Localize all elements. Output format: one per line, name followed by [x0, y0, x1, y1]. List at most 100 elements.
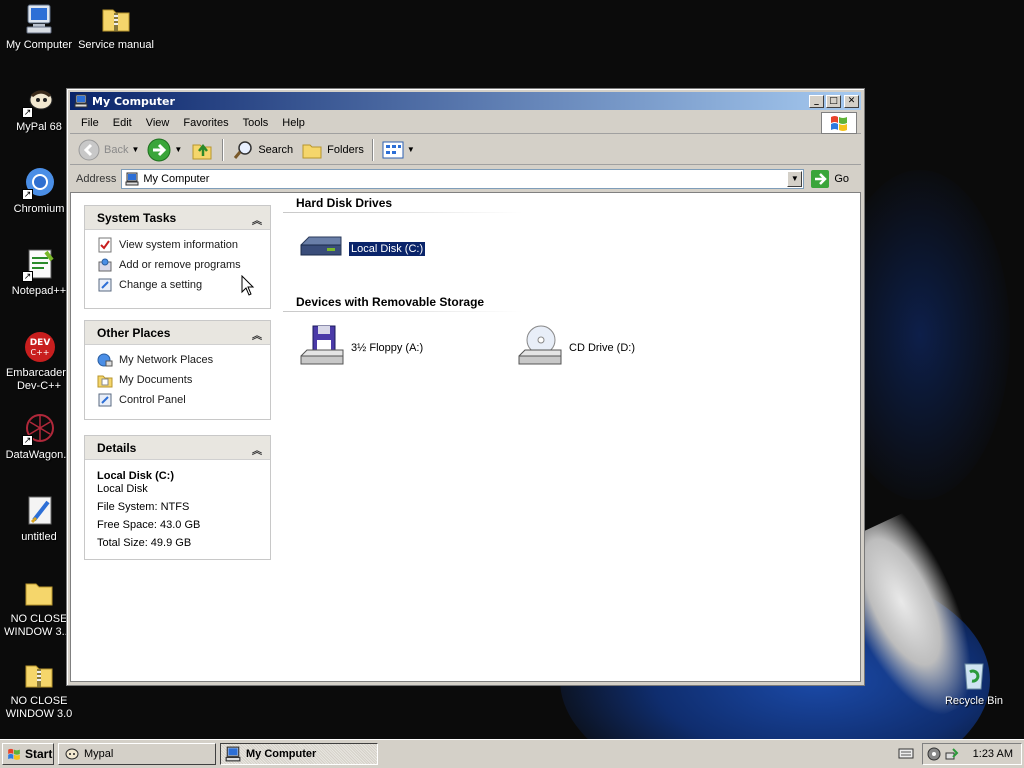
start-button[interactable]: Start: [2, 743, 54, 765]
toolbar-separator: [222, 138, 225, 161]
other-places-header[interactable]: Other Places ︽: [85, 321, 270, 345]
system-tray: 1:23 AM: [922, 743, 1022, 765]
menu-view[interactable]: View: [139, 117, 177, 129]
toolbar: Back ▼ ▼ Search Folders ▼: [70, 135, 861, 165]
forward-button[interactable]: ▼: [143, 137, 186, 163]
system-tasks-title: System Tasks: [97, 210, 177, 225]
maximize-button[interactable]: □: [826, 94, 841, 108]
menu-favorites[interactable]: Favorites: [176, 117, 235, 129]
back-label: Back: [104, 143, 129, 156]
collapse-chevron-icon[interactable]: ︽: [252, 212, 262, 227]
go-button[interactable]: Go: [810, 169, 849, 189]
address-input[interactable]: My Computer ▼: [121, 169, 805, 189]
menu-tools[interactable]: Tools: [236, 117, 276, 129]
desktop-icon-recycle-bin[interactable]: Recycle Bin: [934, 658, 1014, 708]
system-tasks-header[interactable]: System Tasks ︽: [85, 206, 270, 230]
forward-dropdown-icon[interactable]: ▼: [174, 145, 182, 154]
menu-file[interactable]: File: [74, 117, 106, 129]
folders-button[interactable]: Folders: [297, 137, 368, 163]
view-system-information-link[interactable]: View system information: [85, 235, 270, 255]
back-arrow-icon: [78, 139, 100, 160]
details-item-name: Local Disk (C:): [97, 470, 175, 482]
go-arrow-icon: [811, 170, 830, 188]
taskbar-button-my-computer[interactable]: My Computer: [220, 743, 378, 765]
svg-text:C++: C++: [31, 348, 50, 357]
windows-logo-icon: [8, 748, 20, 760]
devcpp-icon: DEV C++: [22, 330, 56, 364]
other-places-panel: Other Places ︽ My Network Places My Docu…: [84, 320, 271, 420]
views-dropdown-icon: ▼: [406, 145, 415, 154]
address-label: Address: [76, 173, 117, 185]
folders-icon: [302, 144, 322, 158]
taskbar-button-label: Mypal: [84, 748, 114, 760]
views-button[interactable]: ▼: [378, 137, 419, 163]
other-places-title: Other Places: [97, 325, 171, 340]
antivirus-tray-icon[interactable]: [927, 747, 941, 761]
my-documents-label: My Documents: [119, 374, 193, 386]
chromium-icon: ↗: [22, 166, 56, 200]
details-total-size: Total Size: 49.9 GB: [97, 537, 192, 549]
my-computer-icon: [125, 172, 139, 186]
up-folder-icon: [192, 143, 212, 159]
zip-folder-icon: [22, 658, 56, 692]
clock[interactable]: 1:23 AM: [973, 748, 1013, 760]
content-area: System Tasks ︽ View system information A…: [70, 192, 861, 682]
my-computer-window: My Computer _ □ ✕ File Edit View Favorit…: [66, 88, 865, 686]
my-network-places-label: My Network Places: [119, 354, 214, 366]
my-documents-link[interactable]: My Documents: [85, 370, 270, 390]
taskbar-button-label: My Computer: [246, 748, 317, 760]
view-system-information-label: View system information: [119, 239, 239, 251]
my-network-places-link[interactable]: My Network Places: [85, 350, 270, 370]
back-button[interactable]: Back ▼: [74, 137, 143, 163]
control-panel-link[interactable]: Control Panel: [85, 390, 270, 410]
group-divider: [283, 212, 523, 213]
title-bar[interactable]: My Computer _ □ ✕: [70, 92, 861, 110]
details-title: Details: [97, 440, 137, 455]
address-value: My Computer: [143, 173, 210, 185]
address-dropdown-button[interactable]: ▼: [787, 171, 803, 187]
forward-arrow-icon: [147, 138, 171, 161]
details-item-type: Local Disk: [97, 483, 148, 495]
desktop-icon-label: My Computer: [5, 39, 73, 51]
hard-disk-drives-heading: Hard Disk Drives: [296, 196, 393, 210]
menu-help[interactable]: Help: [275, 117, 312, 129]
collapse-chevron-icon[interactable]: ︽: [252, 327, 262, 342]
drive-floppy-a[interactable]: 3½ Floppy (A:): [297, 322, 425, 374]
network-places-icon: [97, 352, 113, 368]
taskbar: Start Mypal My Computer 1:23 AM: [0, 739, 1024, 768]
control-panel-label: Control Panel: [119, 394, 186, 406]
removable-storage-heading: Devices with Removable Storage: [296, 295, 485, 309]
system-information-icon: [97, 237, 113, 253]
control-panel-icon: [97, 277, 113, 293]
drive-cd-d[interactable]: CD Drive (D:): [515, 322, 637, 374]
desktop-icon-service-manual[interactable]: Service manual: [76, 2, 156, 52]
collapse-chevron-icon[interactable]: ︽: [252, 442, 262, 457]
desktop-icon-label: Service manual: [78, 39, 154, 51]
add-remove-programs-link[interactable]: Add or remove programs: [85, 255, 270, 275]
change-setting-label: Change a setting: [119, 279, 203, 291]
my-computer-icon: [22, 2, 56, 36]
add-remove-programs-icon: [97, 257, 113, 273]
network-tray-icon[interactable]: [945, 747, 959, 761]
group-divider: [283, 311, 523, 312]
details-header[interactable]: Details ︽: [85, 436, 270, 460]
start-label: Start: [25, 747, 53, 761]
floppy-drive-icon: [297, 322, 349, 374]
back-dropdown-icon[interactable]: ▼: [131, 145, 139, 154]
search-button[interactable]: Search: [228, 137, 297, 163]
drive-local-disk-c[interactable]: Local Disk (C:): [297, 223, 427, 275]
up-folder-button[interactable]: [186, 137, 218, 163]
keyboard-icon[interactable]: [898, 747, 914, 762]
menu-edit[interactable]: Edit: [106, 117, 139, 129]
desktop-icon-my-computer[interactable]: My Computer: [0, 2, 79, 52]
notepad-plus-plus-icon: ↗: [22, 248, 56, 282]
mypal-icon: [63, 746, 79, 762]
details-panel: Details ︽ Local Disk (C:) Local Disk Fil…: [84, 435, 271, 560]
close-button[interactable]: ✕: [844, 94, 859, 108]
search-icon: [234, 140, 253, 159]
recycle-bin-icon: [957, 658, 991, 692]
minimize-button[interactable]: _: [809, 94, 824, 108]
taskbar-button-mypal[interactable]: Mypal: [58, 743, 216, 765]
details-file-system: File System: NTFS: [97, 501, 190, 513]
datawagon-icon: ↗: [22, 412, 56, 446]
